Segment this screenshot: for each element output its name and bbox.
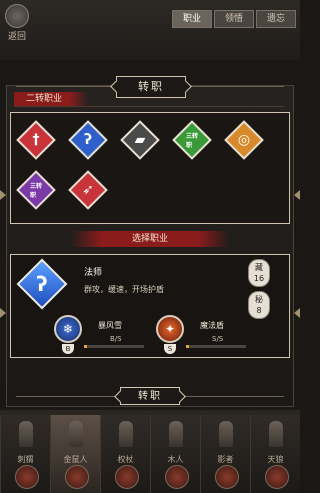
tab-class[interactable]: 职业 [172,10,212,28]
hero-portrait [18,421,33,447]
hero-name: 权杖 [117,455,134,464]
panel-title: 转职 [116,76,186,98]
skill-rank: S/S [212,335,224,343]
hero-name: 刺猬 [17,455,34,464]
hero-gem-icon [214,465,239,489]
select-heading: 选择职业 [70,231,230,247]
right-arrow-icon [294,308,300,318]
stat-badge: 秘 8 [248,291,270,319]
hero-tab[interactable]: 影者 [200,415,250,493]
hero-portrait [268,421,283,447]
hero-tab[interactable]: 权杖 [100,415,150,493]
hero-tab[interactable]: 木人 [150,415,200,493]
hero-name: 金鼠人 [63,455,88,464]
tab-forget[interactable]: 遗忘 [256,10,296,28]
class-name: 法师 [84,268,103,278]
divider [184,396,284,397]
hero-portrait [68,421,83,447]
hero-gem-icon [164,465,189,489]
hero-portrait [218,421,233,447]
divider [16,396,116,397]
hero-portrait [118,421,133,447]
hero-tab[interactable]: 天狼 [250,415,300,493]
hero-tab[interactable]: 刺猬 [0,415,50,493]
hero-name: 天狼 [267,455,284,464]
stat-value: 16 [253,274,265,283]
hero-name: 影者 [217,455,234,464]
blizzard-icon[interactable]: ❄ [54,315,82,343]
stat-label: 藏 [255,263,263,272]
top-tabs: 职业 领悟 遗忘 [170,10,296,28]
hero-tab[interactable]: 金鼠人 [50,415,100,493]
top-bar [0,0,300,60]
left-arrow-icon [0,308,6,318]
stat-value: 8 [256,306,262,315]
back-button[interactable]: 返回 [4,4,30,42]
magic-shield-icon[interactable]: ✦ [156,315,184,343]
divider [14,106,284,107]
skill-progress-bar [186,345,246,348]
back-arrow-icon [5,4,29,28]
hero-gem-icon [14,465,39,489]
skill-name: 暴风雪 [98,321,122,330]
stat-label: 秘 [255,295,263,304]
hero-portrait [168,421,183,447]
skill-progress-fill [84,345,87,348]
skill-progress-fill [186,345,189,348]
hero-gem-icon [264,465,289,489]
tab-comprehend[interactable]: 领悟 [214,10,254,28]
sub-heading: 二转职业 [14,92,88,106]
skill-name: 魔法盾 [200,321,224,330]
hero-tabs: 刺猬 金鼠人 权杖 木人 影者 天狼 [0,415,300,493]
divider [16,86,112,87]
hero-name: 木人 [167,455,184,464]
hero-gem-icon [114,465,139,489]
skill-rank: B/S [110,335,122,343]
back-label: 返回 [7,32,26,42]
confirm-class-change-button[interactable]: 转职 [120,387,180,405]
left-arrow-icon [0,190,6,200]
divider [188,86,284,87]
hero-gem-icon [64,465,89,489]
right-arrow-icon [294,190,300,200]
class-description: 群攻，缓速，开场护盾 [84,285,164,294]
skill-progress-bar [84,345,144,348]
stat-badge: 藏 16 [248,259,270,287]
